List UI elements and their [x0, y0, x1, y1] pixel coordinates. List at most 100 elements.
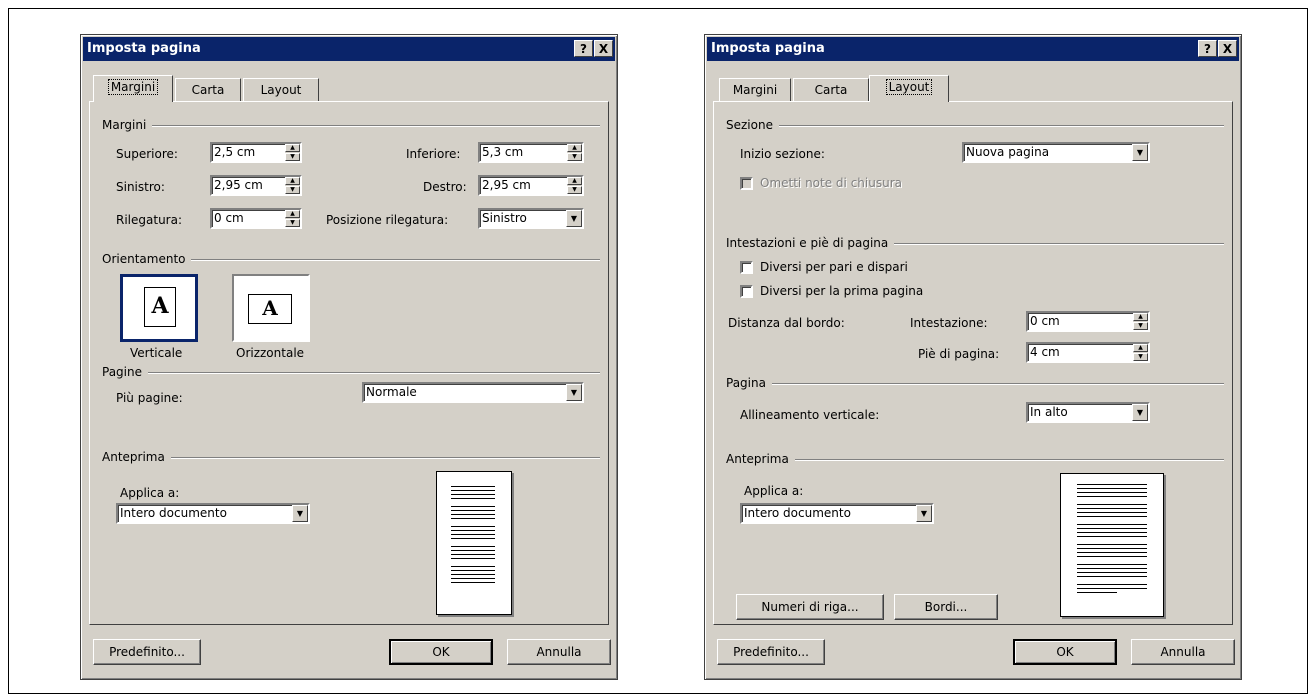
tab-carta[interactable]: Carta	[793, 78, 869, 102]
applica-dropdown[interactable]: Intero documento ▼	[740, 503, 934, 524]
diversi-prima-checkbox[interactable]	[740, 285, 753, 298]
rilegatura-label: Rilegatura:	[116, 213, 182, 227]
numeri-riga-button[interactable]: Numeri di riga...	[736, 594, 884, 620]
rilegatura-input[interactable]: 0 cm ▲ ▼	[210, 208, 302, 229]
ometti-checkbox[interactable]	[740, 177, 753, 190]
spin-down-icon: ▼	[567, 153, 582, 161]
allineamento-label: Allineamento verticale:	[740, 408, 880, 422]
group-anteprima: Anteprima	[726, 452, 1224, 466]
tab-panel: Sezione Inizio sezione: Nuova pagina ▼ Om…	[713, 101, 1233, 625]
tab-layout[interactable]: Layout	[869, 75, 949, 102]
applica-dropdown[interactable]: Intero documento ▼	[116, 503, 310, 524]
pos-rilegatura-label: Posizione rilegatura:	[326, 213, 449, 227]
intestazione-input[interactable]: 0 cm ▲ ▼	[1026, 311, 1150, 332]
tab-margini[interactable]: Margini	[93, 75, 173, 102]
group-intestazioni: Intestazioni e piè di pagina	[726, 236, 1224, 250]
destro-input[interactable]: 2,95 cm ▲ ▼	[478, 175, 584, 196]
chevron-down-icon[interactable]: ▼	[1132, 404, 1148, 421]
annulla-button[interactable]: Annulla	[507, 639, 611, 665]
ok-button[interactable]: OK	[389, 639, 493, 665]
pie-input[interactable]: 4 cm ▲ ▼	[1026, 342, 1150, 363]
spin-up-icon: ▲	[567, 144, 582, 152]
group-margini: Margini	[102, 118, 600, 132]
spin-down-icon: ▼	[567, 186, 582, 194]
page-setup-dialog-layout: Imposta pagina ? X Margini Carta Layout …	[704, 34, 1242, 680]
inizio-sezione-label: Inizio sezione:	[740, 147, 825, 161]
spin-down-icon: ▼	[285, 219, 300, 227]
spin-up-icon: ▲	[285, 177, 300, 185]
spin-down-icon: ▼	[1133, 322, 1148, 330]
spin-down-icon: ▼	[1133, 353, 1148, 361]
applica-label: Applica a:	[120, 486, 180, 500]
group-anteprima: Anteprima	[102, 450, 600, 464]
destro-spinner[interactable]: ▲ ▼	[567, 177, 582, 194]
tab-panel: Margini Superiore: 2,5 cm ▲ ▼ Inferiore: 5…	[89, 101, 609, 625]
chevron-down-icon[interactable]: ▼	[292, 505, 308, 522]
close-button[interactable]: X	[594, 40, 613, 57]
dialog-title: Imposta pagina	[87, 41, 201, 56]
spin-down-icon: ▼	[285, 153, 300, 161]
diversi-prima-label[interactable]: Diversi per la prima pagina	[760, 284, 923, 298]
diversi-pari-checkbox[interactable]	[740, 261, 753, 274]
piu-pagine-label: Più pagine:	[116, 391, 183, 405]
orizzontale-label[interactable]: Orizzontale	[236, 346, 304, 360]
group-pagine: Pagine	[102, 365, 600, 379]
superiore-spinner[interactable]: ▲ ▼	[285, 144, 300, 161]
spin-up-icon: ▲	[285, 210, 300, 218]
close-button[interactable]: X	[1218, 40, 1237, 57]
inferiore-input[interactable]: 5,3 cm ▲ ▼	[478, 142, 584, 163]
tab-layout[interactable]: Layout	[243, 78, 319, 102]
tab-carta[interactable]: Carta	[175, 78, 241, 102]
rilegatura-spinner[interactable]: ▲ ▼	[285, 210, 300, 227]
page-preview	[1060, 473, 1164, 617]
distanza-label: Distanza dal bordo:	[728, 316, 845, 330]
spin-down-icon: ▼	[285, 186, 300, 194]
group-pagina: Pagina	[726, 376, 1224, 390]
help-button[interactable]: ?	[1198, 40, 1217, 57]
predefinito-button[interactable]: Predefinito...	[93, 639, 201, 665]
chevron-down-icon[interactable]: ▼	[916, 505, 932, 522]
superiore-input[interactable]: 2,5 cm ▲ ▼	[210, 142, 302, 163]
portrait-option[interactable]: A	[120, 274, 198, 342]
superiore-label: Superiore:	[116, 147, 178, 161]
landscape-option[interactable]: A	[232, 274, 310, 342]
pie-spinner[interactable]: ▲ ▼	[1133, 344, 1148, 361]
annulla-button[interactable]: Annulla	[1131, 639, 1235, 665]
page-preview	[436, 471, 512, 615]
ometti-label: Ometti note di chiusura	[760, 176, 902, 190]
landscape-icon: A	[248, 294, 292, 324]
spin-up-icon: ▲	[1133, 344, 1148, 352]
sinistro-label: Sinistro:	[116, 180, 165, 194]
intestazione-spinner[interactable]: ▲ ▼	[1133, 313, 1148, 330]
sinistro-input[interactable]: 2,95 cm ▲ ▼	[210, 175, 302, 196]
inizio-sezione-dropdown[interactable]: Nuova pagina ▼	[962, 142, 1150, 163]
chevron-down-icon[interactable]: ▼	[566, 384, 582, 401]
group-orientamento: Orientamento	[102, 252, 600, 266]
inferiore-spinner[interactable]: ▲ ▼	[567, 144, 582, 161]
page-setup-dialog-margins: Imposta pagina ? X Margini Carta Layout …	[80, 34, 618, 680]
pie-label: Piè di pagina:	[918, 347, 1000, 361]
portrait-icon: A	[144, 287, 176, 327]
sinistro-spinner[interactable]: ▲ ▼	[285, 177, 300, 194]
diversi-pari-label[interactable]: Diversi per pari e dispari	[760, 260, 908, 274]
pos-rilegatura-dropdown[interactable]: Sinistro ▼	[478, 208, 584, 229]
bordi-button[interactable]: Bordi...	[894, 594, 998, 620]
allineamento-dropdown[interactable]: In alto ▼	[1026, 402, 1150, 423]
spin-up-icon: ▲	[1133, 313, 1148, 321]
piu-pagine-dropdown[interactable]: Normale ▼	[362, 382, 584, 403]
verticale-label[interactable]: Verticale	[130, 346, 182, 360]
predefinito-button[interactable]: Predefinito...	[717, 639, 825, 665]
chevron-down-icon[interactable]: ▼	[566, 210, 582, 227]
chevron-down-icon[interactable]: ▼	[1132, 144, 1148, 161]
group-sezione: Sezione	[726, 118, 1224, 132]
title-bar[interactable]: Imposta pagina ? X	[707, 37, 1239, 61]
applica-label: Applica a:	[744, 484, 804, 498]
title-bar[interactable]: Imposta pagina ? X	[83, 37, 615, 61]
spin-up-icon: ▲	[567, 177, 582, 185]
ok-button[interactable]: OK	[1013, 639, 1117, 665]
dialog-title: Imposta pagina	[711, 41, 825, 56]
help-button[interactable]: ?	[574, 40, 593, 57]
intestazione-label: Intestazione:	[910, 316, 988, 330]
tab-margini[interactable]: Margini	[719, 78, 791, 102]
spin-up-icon: ▲	[285, 144, 300, 152]
